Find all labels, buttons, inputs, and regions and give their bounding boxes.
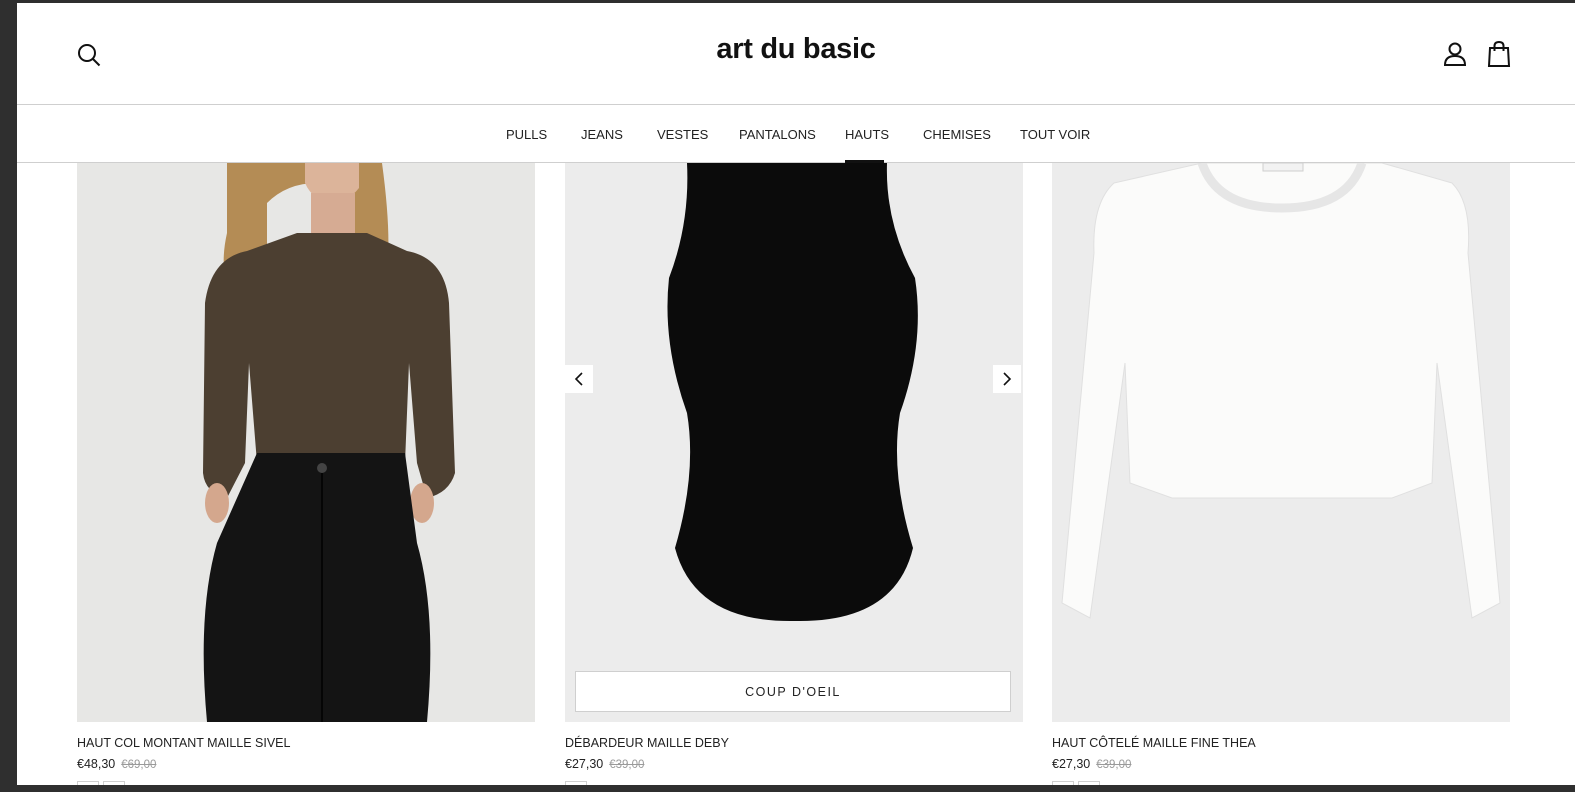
nav-item-pantalons[interactable]: PANTALONS [739, 127, 816, 142]
next-image-button[interactable] [993, 365, 1021, 393]
product-price: €27,30 €39,00 [565, 757, 644, 771]
nav-item-vestes[interactable]: VESTES [657, 127, 708, 142]
product-title[interactable]: DÉBARDEUR MAILLE DEBY [565, 736, 729, 750]
color-swatch[interactable] [103, 781, 125, 785]
product-price: €48,30 €69,00 [77, 757, 156, 771]
product-image[interactable] [77, 163, 535, 722]
account-icon[interactable] [1442, 41, 1468, 67]
nav-item-jeans[interactable]: JEANS [581, 127, 623, 142]
main-nav: PULLS JEANS VESTES PANTALONS HAUTS CHEMI… [17, 105, 1575, 163]
sale-price: €27,30 [1052, 757, 1091, 771]
nav-item-chemises[interactable]: CHEMISES [923, 127, 991, 142]
previous-image-button[interactable] [565, 365, 593, 393]
page-viewport: art du basic PULLS JEANS VESTES PANTALON… [17, 3, 1575, 785]
nav-item-tout-voir[interactable]: TOUT VOIR [1020, 127, 1090, 142]
color-swatch[interactable] [565, 781, 587, 785]
site-logo[interactable]: art du basic [17, 33, 1575, 66]
product-title[interactable]: HAUT CÔTELÉ MAILLE FINE THEA [1052, 736, 1256, 750]
sale-price: €27,30 [565, 757, 604, 771]
sale-price: €48,30 [77, 757, 116, 771]
original-price: €39,00 [1096, 759, 1132, 771]
site-header: art du basic [17, 3, 1575, 105]
product-title[interactable]: HAUT COL MONTANT MAILLE SIVEL [77, 736, 290, 750]
original-price: €39,00 [609, 759, 645, 771]
color-swatch[interactable] [1078, 781, 1100, 785]
product-price: €27,30 €39,00 [1052, 757, 1131, 771]
nav-item-pulls[interactable]: PULLS [506, 127, 547, 142]
color-swatch[interactable] [77, 781, 99, 785]
quick-view-button[interactable]: COUP D'OEIL [575, 671, 1011, 712]
cart-icon[interactable] [1486, 40, 1512, 68]
nav-item-hauts[interactable]: HAUTS [845, 127, 889, 142]
original-price: €69,00 [121, 759, 157, 771]
product-image[interactable] [1052, 163, 1510, 722]
product-image[interactable]: COUP D'OEIL [565, 163, 1023, 722]
color-swatch[interactable] [1052, 781, 1074, 785]
